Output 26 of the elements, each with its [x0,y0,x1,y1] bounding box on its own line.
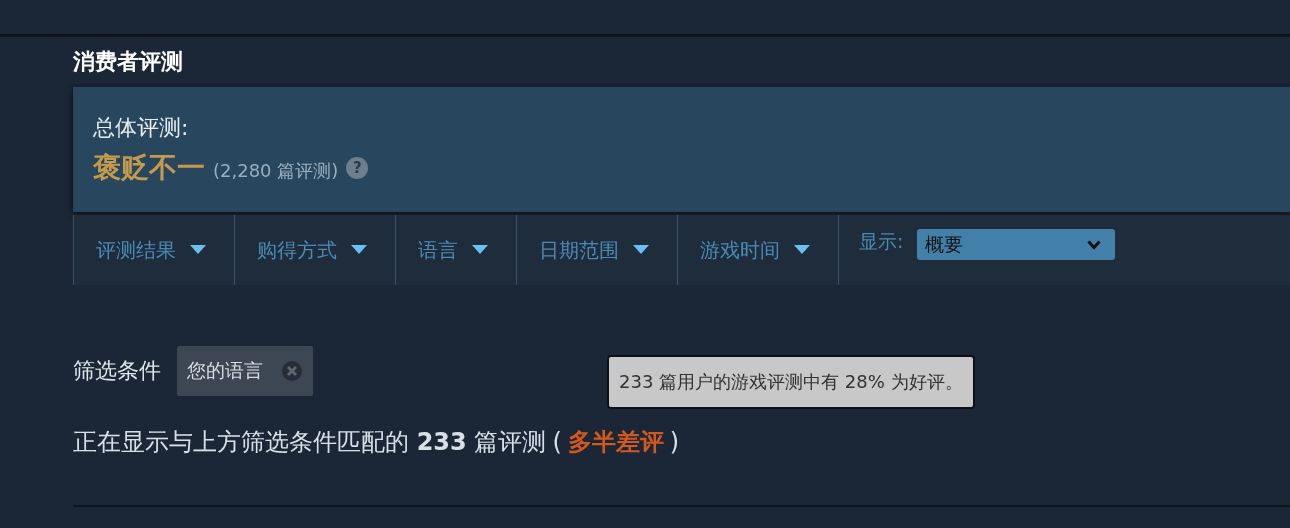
tooltip: 233 篇用户的游戏评测中有 28% 为好评。 [607,355,975,409]
filter-chip[interactable]: 您的语言 [177,346,313,396]
filter-dropdown[interactable]: 语言 [395,215,516,285]
chevron-icon [1087,239,1102,250]
caret-icon [633,245,649,255]
overall-label: 总体评测: [93,114,190,142]
display-label: 显示: [859,229,904,254]
summary-text: 正在显示与上方筛选条件匹配的 233 篇评测 [73,427,547,458]
caret-icon [351,245,367,255]
filter-dropdown[interactable]: 评测结果 [73,215,234,285]
rating-label: 多半差评 [567,427,664,458]
help-icon[interactable]: ? [346,157,369,179]
caret-icon [190,245,206,255]
filter-dropdown[interactable]: 游戏时间 [677,215,838,285]
filter-dropdown[interactable]: 日期范围 [516,215,677,285]
caret-icon [472,245,488,255]
paren-close: ) [669,428,680,456]
close-icon [281,360,303,382]
rating-label: 褒贬不一 [93,150,205,186]
display-select[interactable]: 概要 [917,229,1116,260]
caret-icon [794,245,810,255]
filter-dropdown[interactable]: 购得方式 [234,215,395,285]
section-title: 消费者评测 [73,48,184,76]
review-count: (2,280 篇评测) [213,159,339,183]
paren-open: ( [552,428,562,456]
filter-label: 筛选条件 [73,357,161,385]
